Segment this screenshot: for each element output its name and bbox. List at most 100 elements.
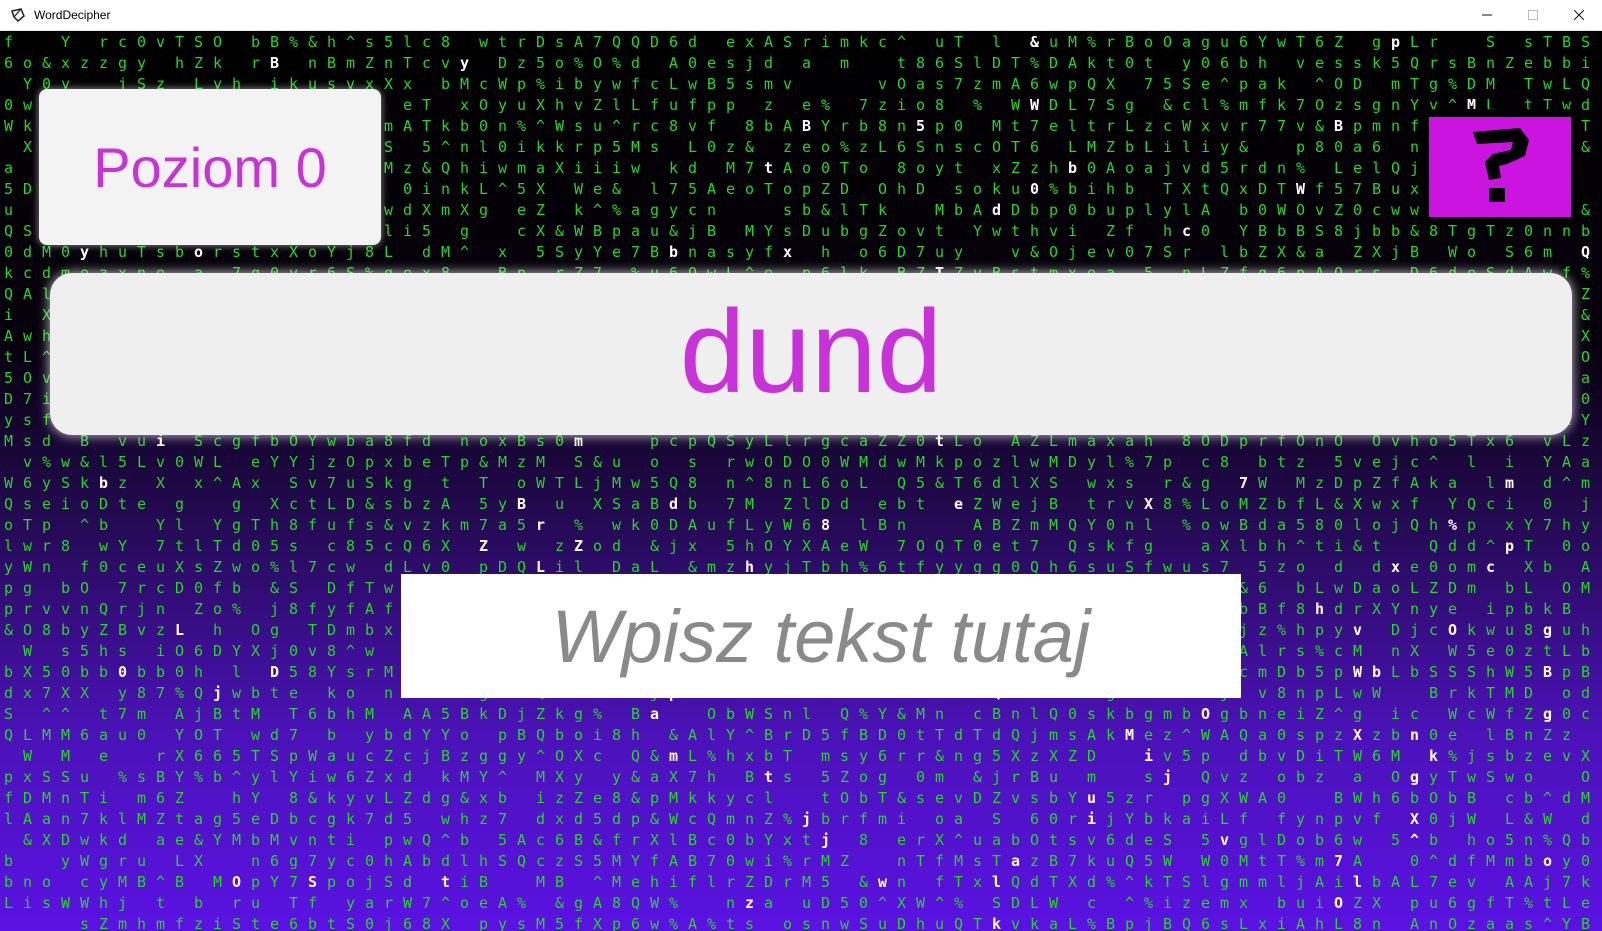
- rain-glyph: m: [1087, 768, 1096, 786]
- rain-glyph: s: [1030, 789, 1039, 807]
- rain-glyph: b: [251, 684, 260, 702]
- rain-glyph: w: [1543, 75, 1553, 93]
- rain-glyph: j: [517, 705, 526, 723]
- help-button-face[interactable]: [1429, 117, 1571, 217]
- rain-glyph: z: [118, 474, 127, 492]
- rain-glyph: M: [992, 117, 1001, 135]
- scrambled-word-panel: dund: [50, 273, 1572, 435]
- rain-glyph: t: [1258, 852, 1267, 870]
- rain-glyph: k: [555, 138, 564, 156]
- rain-glyph: Z: [574, 789, 583, 807]
- rain-glyph: Q: [954, 915, 963, 931]
- rain-glyph: 0: [707, 138, 716, 156]
- rain-glyph: t: [270, 684, 279, 702]
- rain-glyph: t: [251, 243, 260, 261]
- rain-glyph: x: [498, 243, 507, 261]
- rain-glyph: O: [23, 621, 32, 639]
- rain-glyph: D: [973, 789, 982, 807]
- rain-glyph: p: [802, 180, 811, 198]
- rain-glyph: B: [1258, 222, 1267, 240]
- rain-glyph: W: [1543, 810, 1553, 828]
- rain-glyph: d: [954, 726, 963, 744]
- rain-glyph: A: [973, 516, 982, 534]
- rain-glyph: B: [593, 222, 602, 240]
- rain-glyph: S: [954, 54, 963, 72]
- maximize-button[interactable]: [1510, 0, 1556, 30]
- rain-glyph: b: [1068, 159, 1077, 177]
- rain-glyph: c: [650, 117, 659, 135]
- rain-glyph: t: [1011, 117, 1020, 135]
- rain-glyph: e: [612, 243, 621, 261]
- rain-glyph: x: [973, 873, 982, 891]
- rain-glyph: &: [1296, 243, 1305, 261]
- help-button[interactable]: [1420, 109, 1580, 225]
- answer-input[interactable]: [401, 574, 1241, 698]
- rain-glyph: %: [1315, 642, 1324, 660]
- rain-glyph: i: [1144, 747, 1153, 765]
- rain-glyph: a: [194, 810, 203, 828]
- rain-glyph: b: [1581, 222, 1590, 240]
- rain-glyph: 5: [1106, 789, 1115, 807]
- rain-glyph: g: [1144, 705, 1153, 723]
- rain-glyph: y: [327, 600, 336, 618]
- rain-glyph: t: [1011, 537, 1020, 555]
- minimize-button[interactable]: [1464, 0, 1510, 30]
- rain-glyph: T: [935, 726, 944, 744]
- rain-glyph: w: [1467, 768, 1477, 786]
- rain-glyph: t: [232, 705, 241, 723]
- rain-glyph: s: [1486, 747, 1495, 765]
- rain-glyph: n: [897, 117, 906, 135]
- rain-glyph: n: [308, 54, 317, 72]
- rain-glyph: p: [42, 516, 51, 534]
- rain-glyph: i: [1334, 537, 1343, 555]
- rain-glyph: i: [1391, 705, 1400, 723]
- rain-glyph: W: [1182, 117, 1192, 135]
- rain-glyph: n: [1410, 138, 1419, 156]
- rain-glyph: b: [1372, 873, 1381, 891]
- rain-glyph: &: [384, 516, 393, 534]
- rain-glyph: l: [232, 663, 241, 681]
- rain-glyph: M: [612, 873, 621, 891]
- rain-glyph: p: [1353, 117, 1362, 135]
- rain-glyph: n: [1372, 915, 1381, 931]
- rain-glyph: T: [441, 453, 450, 471]
- rain-glyph: 7: [156, 537, 165, 555]
- rain-glyph: S: [384, 138, 393, 156]
- rain-glyph: v: [308, 642, 317, 660]
- rain-glyph: %: [821, 96, 830, 114]
- rain-glyph: X: [897, 894, 906, 912]
- rain-glyph: w: [327, 768, 337, 786]
- rain-glyph: L: [1334, 159, 1343, 177]
- rain-glyph: u: [612, 453, 621, 471]
- rain-glyph: X: [23, 663, 32, 681]
- rain-glyph: B: [517, 495, 526, 513]
- rain-glyph: j: [365, 873, 374, 891]
- rain-glyph: D: [783, 453, 792, 471]
- rain-glyph: 5: [1144, 852, 1153, 870]
- rain-glyph: 0: [1543, 495, 1552, 513]
- rain-glyph: s: [346, 663, 355, 681]
- rain-glyph: k: [1429, 747, 1438, 765]
- rain-glyph: T: [1163, 873, 1172, 891]
- close-button[interactable]: [1556, 0, 1602, 30]
- rain-glyph: 6: [289, 915, 298, 931]
- rain-glyph: s: [745, 915, 754, 931]
- rain-glyph: A: [23, 810, 32, 828]
- rain-glyph: W: [1448, 642, 1458, 660]
- rain-glyph: g: [118, 54, 127, 72]
- rain-glyph: &: [422, 159, 431, 177]
- rain-glyph: a: [1182, 33, 1191, 51]
- rain-glyph: k: [460, 180, 469, 198]
- rain-glyph: p: [1125, 915, 1134, 931]
- rain-glyph: W: [1467, 810, 1477, 828]
- rain-glyph: 0: [4, 243, 13, 261]
- rain-glyph: W: [80, 894, 90, 912]
- rain-glyph: j: [118, 894, 127, 912]
- rain-glyph: g: [1239, 831, 1248, 849]
- rain-glyph: Y: [821, 117, 830, 135]
- rain-glyph: &: [1182, 474, 1191, 492]
- rain-glyph: 0: [1410, 852, 1419, 870]
- rain-glyph: 6: [1030, 810, 1039, 828]
- rain-glyph: j: [821, 831, 830, 849]
- rain-glyph: j: [1163, 768, 1172, 786]
